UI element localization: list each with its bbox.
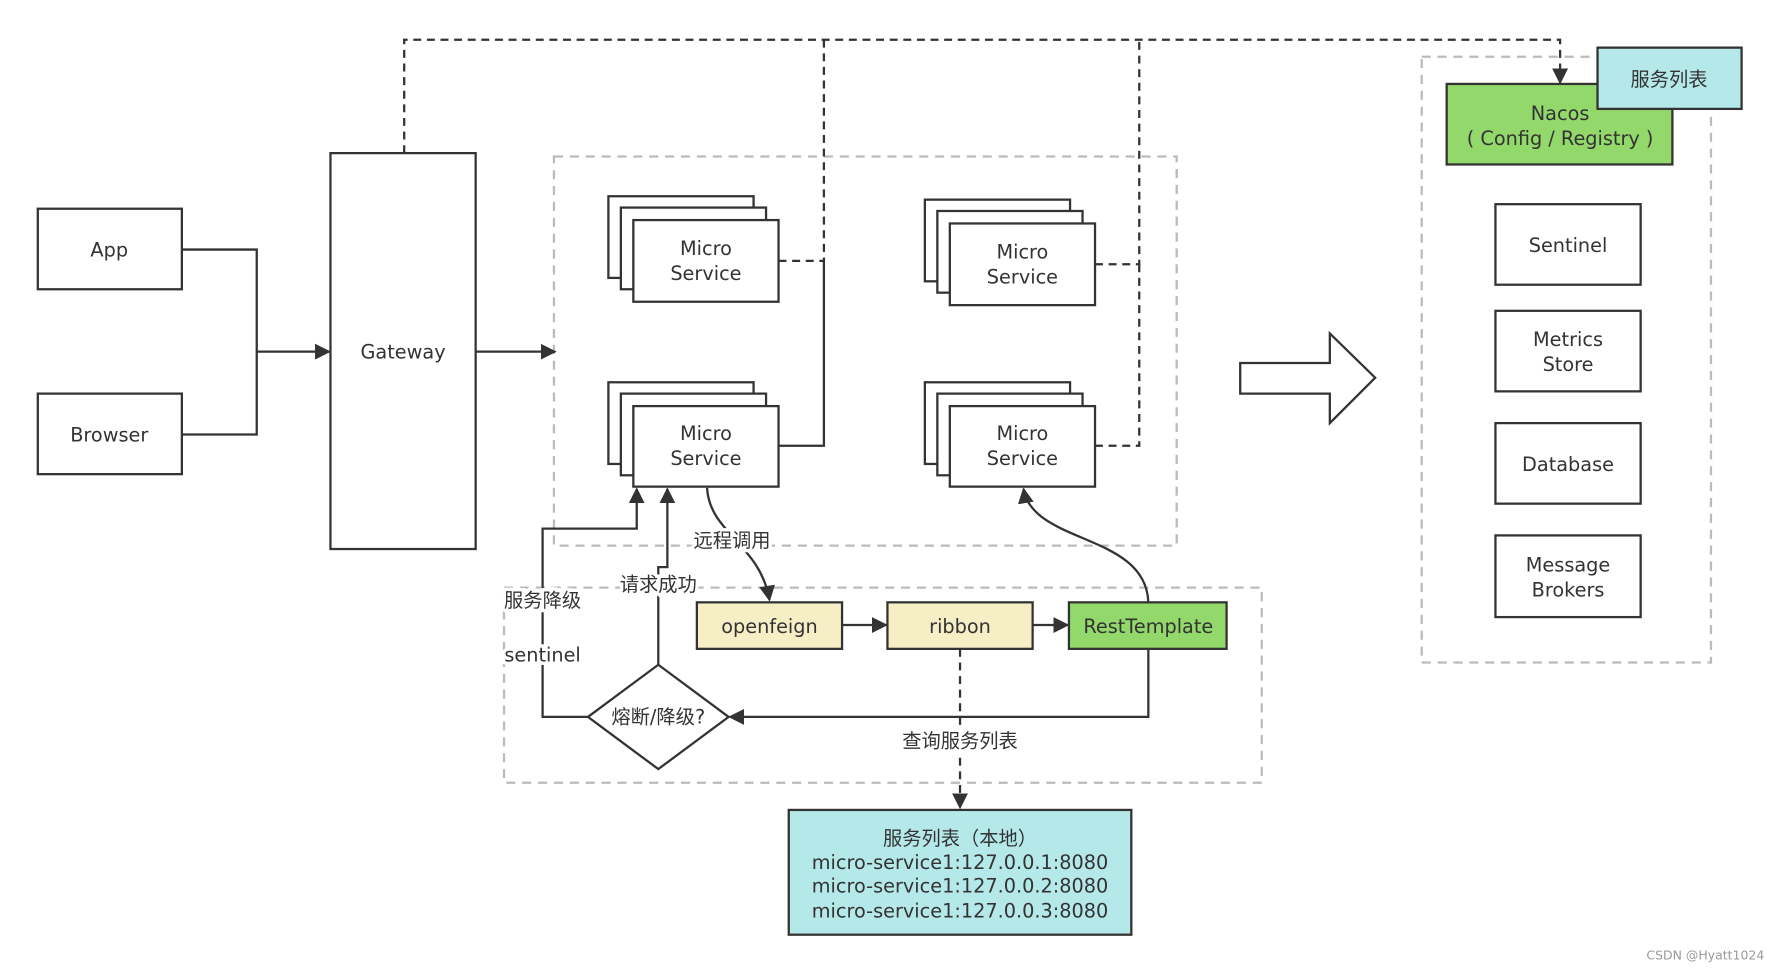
- micro-service-stack: Micro Service: [607, 195, 780, 303]
- rest-template-node: RestTemplate: [1067, 601, 1228, 650]
- micro-service-stack: Micro Service: [607, 381, 780, 488]
- micro-service-stack: Micro Service: [923, 381, 1097, 488]
- metrics-label: Metrics: [1533, 328, 1603, 351]
- micro-service-label: Service: [670, 447, 741, 470]
- registry-line: [1095, 264, 1141, 447]
- message-label: Message: [1526, 554, 1610, 577]
- micro-service-stack: Micro Service: [923, 198, 1097, 307]
- micro-service-label: Micro: [996, 422, 1048, 445]
- ribbon-label: ribbon: [929, 615, 991, 638]
- micro-service-label: Micro: [680, 237, 732, 260]
- service-degrade-label: 服务降级: [504, 589, 581, 612]
- browser-node: Browser: [36, 392, 184, 476]
- client-connector: [181, 248, 258, 436]
- app-node: App: [36, 207, 184, 291]
- registry-line: [1095, 39, 1141, 266]
- decision-label: 熔断/降级?: [611, 706, 705, 729]
- big-right-arrow-icon: [1239, 330, 1377, 426]
- registry-line: [403, 38, 1569, 154]
- registry-line: [778, 260, 826, 447]
- browser-label: Browser: [70, 423, 148, 446]
- gateway-label: Gateway: [361, 340, 446, 363]
- micro-service-label: Service: [987, 266, 1058, 289]
- registry-line: [778, 37, 826, 263]
- micro-service-label: Service: [987, 447, 1058, 470]
- sentinel-label: Sentinel: [1529, 234, 1608, 257]
- sentinel-flow-label: sentinel: [504, 643, 580, 666]
- openfeign-node: openfeign: [695, 601, 844, 650]
- local-list-item: micro-service1:127.0.0.2:8080: [812, 875, 1109, 898]
- local-list-item: micro-service1:127.0.0.1:8080: [812, 851, 1109, 874]
- service-list-tag: 服务列表: [1596, 46, 1743, 111]
- gateway-node: Gateway: [329, 152, 477, 551]
- app-label: App: [90, 238, 128, 261]
- message-label: Brokers: [1532, 579, 1605, 602]
- request-success-label: 请求成功: [620, 573, 697, 596]
- rest-to-decision-arrow: [728, 648, 1150, 725]
- micro-service-label: Micro: [996, 241, 1048, 264]
- nacos-sublabel: ( Config / Registry ): [1467, 127, 1654, 150]
- message-brokers-node: Message Brokers: [1494, 534, 1642, 619]
- local-list-title: 服务列表（本地）: [883, 827, 1037, 850]
- metrics-store-node: Metrics Store: [1494, 309, 1642, 393]
- metrics-label: Store: [1543, 353, 1594, 376]
- remote-call-label: 远程调用: [693, 529, 770, 552]
- service-list-tag-label: 服务列表: [1630, 68, 1707, 91]
- rest-template-label: RestTemplate: [1083, 615, 1213, 638]
- local-list-item: micro-service1:127.0.0.3:8080: [812, 900, 1109, 923]
- micro-service-label: Service: [670, 262, 741, 285]
- local-service-list: 服务列表（本地） micro-service1:127.0.0.1:8080 m…: [787, 808, 1133, 936]
- query-list-label: 查询服务列表: [902, 730, 1018, 753]
- micro-service-label: Micro: [680, 422, 732, 445]
- database-node: Database: [1494, 421, 1642, 505]
- watermark: CSDN @Hyatt1024: [1646, 948, 1764, 963]
- database-label: Database: [1522, 453, 1614, 476]
- architecture-diagram: App Browser Gateway Micro Service Micro …: [36, 37, 1764, 963]
- nacos-label: Nacos: [1531, 102, 1590, 125]
- sentinel-node: Sentinel: [1494, 203, 1642, 286]
- openfeign-label: openfeign: [721, 615, 818, 638]
- ribbon-node: ribbon: [886, 601, 1034, 650]
